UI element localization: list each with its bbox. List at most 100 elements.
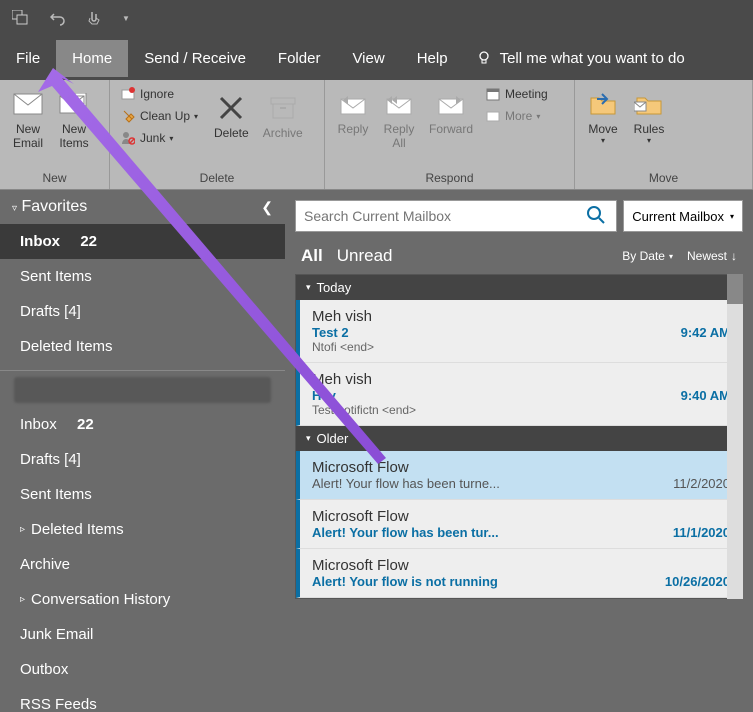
sort-by-date[interactable]: By Date ▾ [622,249,673,263]
archive-box-icon [267,92,299,124]
delete-button[interactable]: Delete [208,88,255,144]
chevron-down-icon: ▾ [536,112,540,121]
group-older[interactable]: ▾ Older [296,426,742,451]
mail-time: 9:40 AM [681,388,730,403]
reply-all-icon [383,88,415,120]
meeting-label: Meeting [505,87,548,101]
tab-file[interactable]: File [0,40,56,77]
undo-icon[interactable] [46,6,70,30]
cleanup-button[interactable]: Clean Up ▾ [116,106,206,126]
tab-help[interactable]: Help [401,40,464,77]
chevron-down-icon: ▾ [194,112,198,121]
acct-deleted[interactable]: ▹ Deleted Items [0,512,285,547]
search-icon[interactable] [586,205,608,227]
mail-from: Microsoft Flow [312,508,730,525]
tell-me-search[interactable]: Tell me what you want to do [464,40,697,77]
tell-me-label: Tell me what you want to do [500,50,685,67]
new-items-button[interactable]: New Items [52,84,96,154]
new-email-button[interactable]: New Email [6,84,50,154]
acct-outbox[interactable]: Outbox [0,652,285,687]
sort-newest[interactable]: Newest ↓ [687,249,737,263]
tab-send-receive[interactable]: Send / Receive [128,40,262,77]
forward-button[interactable]: Forward [423,84,479,140]
tab-home[interactable]: Home [56,40,128,77]
mail-item[interactable]: Meh vish Test 29:42 AM Ntofi <end> [296,300,742,363]
filter-all[interactable]: All [301,246,323,266]
chevron-down-icon: ▾ [647,136,651,145]
fav-sent[interactable]: Sent Items [0,259,285,294]
reply-all-button[interactable]: Reply All [377,84,421,154]
mail-item[interactable]: Microsoft Flow Alert! Your flow has been… [296,451,742,500]
mail-from: Microsoft Flow [312,557,730,574]
mail-time: 10/26/2020 [665,574,730,589]
tab-view[interactable]: View [336,40,400,77]
chevron-down-icon: ▾ [730,212,734,221]
window-icon[interactable] [8,6,34,30]
acct-drafts[interactable]: Drafts [4] [0,442,285,477]
acct-sent[interactable]: Sent Items [0,477,285,512]
delete-x-icon [215,92,247,124]
caret-right-icon: ▹ [20,524,25,535]
archive-button[interactable]: Archive [257,88,309,144]
acct-inbox[interactable]: Inbox 22 [0,407,285,442]
more-respond-button[interactable]: More▾ [481,106,552,126]
junk-button[interactable]: Junk ▾ [116,128,206,148]
scroll-thumb[interactable] [727,274,743,304]
acct-rss[interactable]: RSS Feeds [0,687,285,712]
filter-unread[interactable]: Unread [337,246,393,266]
acct-archive[interactable]: Archive [0,547,285,582]
archive-label: Archive [263,126,303,140]
mail-subject: Hey [312,388,336,403]
ignore-label: Ignore [140,87,174,101]
broom-icon [120,108,136,124]
fav-deleted[interactable]: Deleted Items [0,329,285,364]
acct-inbox-label: Inbox [20,416,57,433]
favorites-header[interactable]: ▿ Favorites [12,198,87,216]
search-box[interactable] [295,200,617,232]
mail-list-pane: Current Mailbox ▾ All Unread By Date ▾ Ne… [285,190,753,712]
mail-item[interactable]: Microsoft Flow Alert! Your flow is not r… [296,549,742,598]
search-scope-label: Current Mailbox [632,209,724,224]
mail-subject: Alert! Your flow is not running [312,574,498,589]
chevron-down-icon: ▾ [169,134,173,143]
group-older-label: Older [317,431,349,446]
sort-newest-label: Newest [687,249,727,263]
move-button[interactable]: Move▾ [581,84,625,149]
nav-separator [0,370,285,371]
junk-label: Junk [140,131,165,145]
ignore-icon [120,86,136,102]
caret-down-icon: ▾ [306,433,311,444]
mail-subject: Test 2 [312,325,349,340]
mail-item[interactable]: Microsoft Flow Alert! Your flow has been… [296,500,742,549]
group-today[interactable]: ▾Today [296,275,742,300]
mail-item[interactable]: Meh vish Hey9:40 AM Test notifictn <end> [296,363,742,426]
touch-mode-icon[interactable] [82,6,106,30]
quick-access-toolbar: ▼ [0,0,753,36]
tab-folder[interactable]: Folder [262,40,337,77]
reply-label: Reply [338,122,369,136]
block-person-icon [120,130,136,146]
calendar-icon [485,86,501,102]
meeting-button[interactable]: Meeting [481,84,552,104]
acct-junk[interactable]: Junk Email [0,617,285,652]
mail-scrollbar[interactable] [727,274,743,599]
rules-button[interactable]: Rules▾ [627,84,671,149]
acct-conv-history[interactable]: ▹ Conversation History [0,582,285,617]
dropdown-icon[interactable]: ▼ [118,10,134,27]
search-input[interactable] [304,208,586,224]
menu-bar: File Home Send / Receive Folder View Hel… [0,36,753,80]
ignore-button[interactable]: Ignore [116,84,206,104]
group-new-label: New [6,169,103,187]
lightbulb-icon [476,50,492,66]
delete-label: Delete [214,126,249,140]
fav-inbox[interactable]: Inbox 22 [0,224,285,259]
mail-list: ▾Today Meh vish Test 29:42 AM Ntofi <end… [295,274,743,599]
cleanup-label: Clean Up [140,109,190,123]
fav-drafts[interactable]: Drafts [4] [0,294,285,329]
move-label: Move [588,122,617,136]
reply-button[interactable]: Reply [331,84,375,140]
collapse-pane-icon[interactable]: ❮ [261,199,273,216]
account-header-redacted[interactable] [14,377,271,403]
search-scope-dropdown[interactable]: Current Mailbox ▾ [623,200,743,232]
forward-label: Forward [429,122,473,136]
